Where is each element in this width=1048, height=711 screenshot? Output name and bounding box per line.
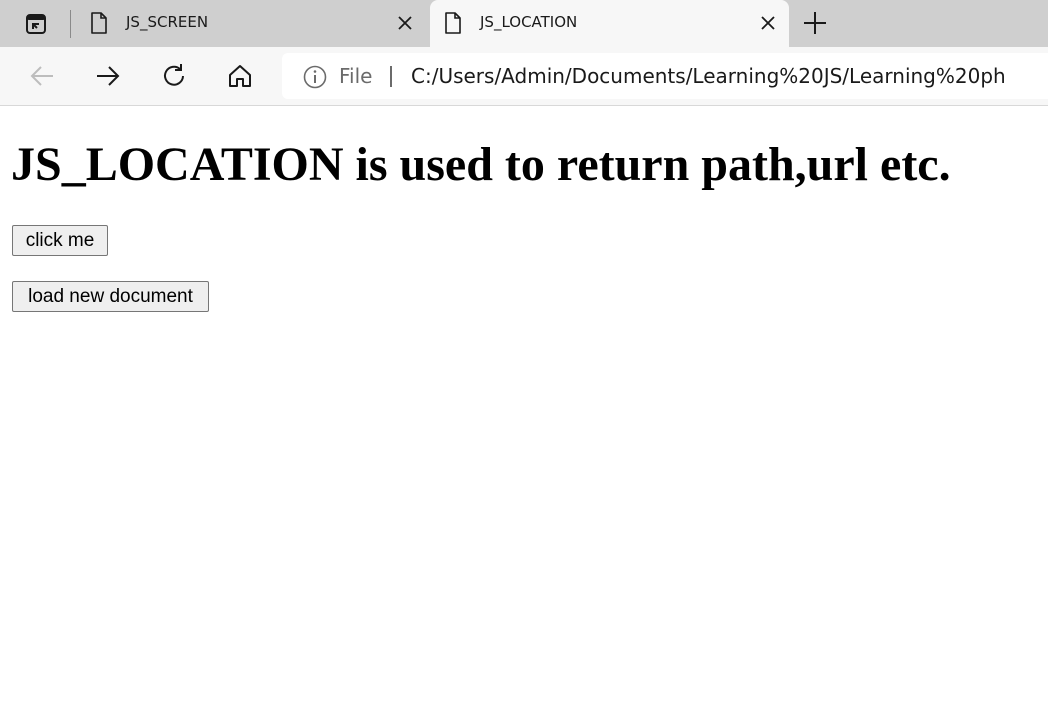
tab-js-screen[interactable]: JS_SCREEN — [76, 0, 426, 47]
document-icon — [445, 12, 461, 34]
arrow-left-icon — [30, 66, 53, 86]
tab-divider — [70, 10, 71, 38]
tab-title: JS_LOCATION — [480, 13, 578, 31]
refresh-icon — [164, 64, 184, 86]
forward-button[interactable] — [91, 59, 125, 93]
plus-icon[interactable] — [800, 8, 830, 38]
address-bar[interactable]: File C:/Users/Admin/Documents/Learning%2… — [282, 53, 1048, 99]
close-icon[interactable] — [759, 14, 777, 32]
info-icon[interactable] — [303, 65, 327, 89]
address-separator — [390, 66, 392, 87]
home-icon — [229, 65, 251, 87]
tab-title: JS_SCREEN — [126, 13, 209, 31]
back-button[interactable] — [25, 59, 59, 93]
arrow-right-icon — [97, 66, 120, 86]
load-new-document-button[interactable]: load new document — [12, 281, 209, 312]
document-icon — [91, 12, 107, 34]
tab-actions-icon[interactable] — [23, 11, 49, 37]
reload-button[interactable] — [157, 59, 191, 93]
tab-js-location[interactable]: JS_LOCATION — [430, 0, 789, 47]
page-content: JS_LOCATION is used to return path,url e… — [0, 106, 1048, 711]
browser-toolbar: File C:/Users/Admin/Documents/Learning%2… — [0, 47, 1048, 106]
click-me-button[interactable]: click me — [12, 225, 108, 256]
close-icon[interactable] — [396, 14, 414, 32]
scheme-label: File — [339, 64, 373, 88]
home-button[interactable] — [223, 59, 257, 93]
tab-strip: JS_SCREEN JS_LOCATION — [0, 0, 1048, 47]
page-heading: JS_LOCATION is used to return path,url e… — [11, 138, 951, 191]
url-text[interactable]: C:/Users/Admin/Documents/Learning%20JS/L… — [411, 64, 1006, 88]
